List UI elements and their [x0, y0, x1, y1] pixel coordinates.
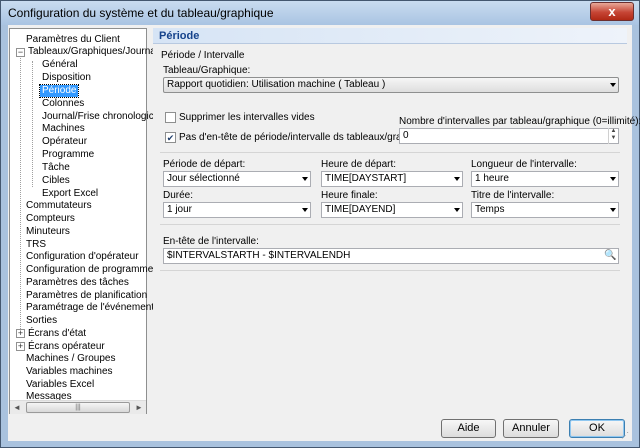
tree-item-tableaux[interactable]: Tableaux/Graphiques/Journa: [28, 46, 156, 58]
tree-item-colonnes[interactable]: Colonnes: [42, 98, 84, 110]
suppress-empty-label: Supprimer les intervalles vides: [179, 112, 315, 123]
close-icon[interactable]: x: [590, 2, 634, 21]
panel-title: Période: [159, 30, 200, 42]
suppress-empty-checkbox[interactable]: [165, 112, 176, 123]
duration-value: 1 jour: [167, 204, 193, 215]
interval-length-value: 1 heure: [475, 173, 509, 184]
tree-item-general[interactable]: Général: [42, 59, 78, 71]
collapse-icon[interactable]: −: [16, 48, 25, 57]
tree-connector: [32, 61, 33, 187]
nb-intervals-input[interactable]: 0 ▲ ▼: [399, 128, 619, 144]
tree-horizontal-scrollbar[interactable]: ◄ ||| ►: [10, 400, 146, 414]
interval-title-select[interactable]: Temps: [471, 202, 619, 218]
start-period-label: Période de départ:: [163, 159, 246, 170]
tree-item-commutateurs[interactable]: Commutateurs: [26, 200, 92, 212]
duration-label: Durée:: [163, 190, 194, 201]
nb-intervals-value: 0: [403, 130, 409, 141]
tree-item-export-excel[interactable]: Export Excel: [42, 188, 98, 200]
chevron-down-icon: [610, 83, 616, 87]
start-period-select[interactable]: Jour sélectionné: [163, 171, 311, 187]
title-bar[interactable]: Configuration du système et du tableau/g…: [1, 1, 639, 25]
separator: [160, 270, 620, 271]
chevron-down-icon: [454, 208, 460, 212]
no-header-checkbox[interactable]: ✔: [165, 132, 176, 143]
interval-header-label: En-tête de l'intervalle:: [163, 236, 259, 247]
tree-item-programme[interactable]: Programme: [42, 149, 94, 161]
tree-item-periode[interactable]: Période: [38, 84, 80, 98]
interval-length-label: Longueur de l'intervalle:: [471, 159, 577, 170]
window-title: Configuration du système et du tableau/g…: [8, 6, 274, 20]
tree-item-machine-variables[interactable]: Variables machines: [26, 366, 113, 378]
interval-header-input[interactable]: $INTERVALSTARTH - $INTERVALENDH 🔍: [163, 248, 619, 264]
separator: [160, 224, 620, 225]
tree-item-sorties[interactable]: Sorties: [26, 315, 57, 327]
tree-item-planning-params[interactable]: Paramètres de planification: [26, 290, 147, 302]
resize-grip-icon[interactable]: ⋰: [621, 431, 629, 440]
tree-item-operator-screens[interactable]: Écrans opérateur: [28, 341, 105, 353]
tree-item-machine-groups[interactable]: Machines / Groupes: [26, 353, 116, 365]
tree-item-machines[interactable]: Machines: [42, 123, 85, 135]
tree-item-minuteurs[interactable]: Minuteurs: [26, 226, 70, 238]
tree-item-status-screens[interactable]: Écrans d'état: [28, 328, 86, 340]
tree-item-compteurs[interactable]: Compteurs: [26, 213, 75, 225]
panel-header: Période: [153, 28, 627, 44]
tableau-label: Tableau/Graphique:: [163, 65, 251, 76]
tree-item-cibles[interactable]: Cibles: [42, 175, 70, 187]
tree-connector: [20, 49, 21, 331]
duration-select[interactable]: 1 jour: [163, 202, 311, 218]
spin-up-icon[interactable]: ▲: [609, 128, 618, 135]
start-period-value: Jour sélectionné: [167, 173, 240, 184]
chevron-down-icon: [302, 177, 308, 181]
end-time-label: Heure finale:: [321, 190, 378, 201]
interval-header-value: $INTERVALSTARTH - $INTERVALENDH: [167, 250, 351, 261]
chevron-down-icon: [610, 177, 616, 181]
spin-down-icon[interactable]: ▼: [609, 135, 618, 142]
start-time-value: TIME[DAYSTART]: [325, 173, 407, 184]
scroll-left-icon[interactable]: ◄: [10, 401, 24, 414]
search-icon[interactable]: 🔍: [604, 249, 617, 262]
separator: [160, 152, 620, 153]
group-label: Période / Intervalle: [161, 50, 245, 61]
nb-intervals-spinner[interactable]: ▲ ▼: [608, 128, 618, 144]
no-header-label: Pas d'en-tête de période/intervalle ds t…: [179, 132, 432, 143]
config-window: Configuration du système et du tableau/g…: [0, 0, 640, 448]
scroll-right-icon[interactable]: ►: [132, 401, 146, 414]
interval-title-label: Titre de l'intervalle:: [471, 190, 555, 201]
tree-item-task-params[interactable]: Paramètres des tâches: [26, 277, 129, 289]
settings-tree[interactable]: Paramètres du Client − Tableaux/Graphiqu…: [9, 28, 156, 414]
periode-panel: Période Période / Intervalle Tableau/Gra…: [153, 28, 640, 414]
chevron-down-icon: [610, 208, 616, 212]
interval-title-value: Temps: [475, 204, 505, 215]
tree-item-trs[interactable]: TRS: [26, 239, 46, 251]
interval-length-select[interactable]: 1 heure: [471, 171, 619, 187]
end-time-value: TIME[DAYEND]: [325, 204, 396, 215]
tree-item-program-config[interactable]: Configuration de programme: [26, 264, 153, 276]
tree-item-excel-variables[interactable]: Variables Excel: [26, 379, 94, 391]
tree-item-operateur[interactable]: Opérateur: [42, 136, 87, 148]
end-time-select[interactable]: TIME[DAYEND]: [321, 202, 463, 218]
help-button[interactable]: Aide: [441, 419, 496, 438]
scroll-thumb[interactable]: |||: [26, 402, 130, 413]
ok-button[interactable]: OK: [569, 419, 625, 438]
tree-item-event-params[interactable]: Paramétrage de l'événement: [26, 302, 154, 314]
cancel-button[interactable]: Annuler: [503, 419, 559, 438]
expand-icon[interactable]: +: [16, 329, 25, 338]
tree-item-journal[interactable]: Journal/Frise chronologic: [42, 111, 154, 123]
tableau-select[interactable]: Rapport quotidien: Utilisation machine (…: [163, 77, 619, 93]
dialog-client: Paramètres du Client − Tableaux/Graphiqu…: [8, 25, 640, 441]
tree-item-tache[interactable]: Tâche: [42, 162, 70, 174]
start-time-label: Heure de départ:: [321, 159, 397, 170]
start-time-select[interactable]: TIME[DAYSTART]: [321, 171, 463, 187]
expand-icon[interactable]: +: [16, 342, 25, 351]
chevron-down-icon: [454, 177, 460, 181]
tableau-select-value: Rapport quotidien: Utilisation machine (…: [167, 79, 386, 90]
nb-intervals-label: Nombre d'intervalles par tableau/graphiq…: [399, 116, 640, 127]
chevron-down-icon: [302, 208, 308, 212]
tree-item-operator-config[interactable]: Configuration d'opérateur: [26, 251, 139, 263]
tree-item-disposition[interactable]: Disposition: [42, 72, 91, 84]
tree-item-client-params[interactable]: Paramètres du Client: [26, 34, 120, 46]
